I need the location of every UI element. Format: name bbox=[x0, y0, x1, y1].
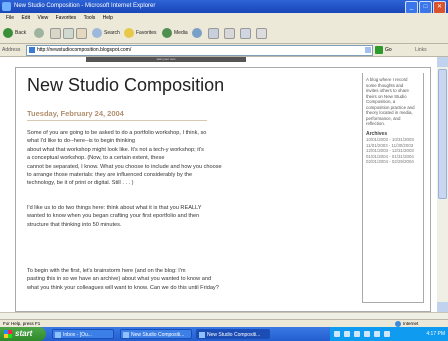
links-button[interactable]: Links bbox=[415, 47, 427, 53]
forward-arrow-icon bbox=[34, 28, 44, 38]
history-icon bbox=[192, 28, 202, 38]
forward-button[interactable] bbox=[34, 27, 44, 39]
scroll-down-button[interactable] bbox=[437, 302, 448, 312]
address-label: Address bbox=[2, 47, 21, 53]
post-date: Tuesday, February 24, 2004 bbox=[27, 109, 124, 118]
menu-bar: File Edit View Favorites Tools Help bbox=[0, 13, 448, 23]
stop-button[interactable] bbox=[50, 27, 61, 39]
vertical-scrollbar[interactable] bbox=[437, 57, 448, 312]
internet-explorer-icon bbox=[2, 2, 11, 11]
taskbar-item-browser-1[interactable]: New Studio Compositi... bbox=[120, 329, 192, 339]
clock: 4:17 PM bbox=[426, 331, 445, 337]
windows-logo-icon bbox=[4, 330, 12, 338]
standard-toolbar: Back Search Favorites Media bbox=[0, 23, 448, 44]
outlook-icon bbox=[55, 332, 61, 338]
archive-link[interactable]: 02/01/2004 - 02/29/2004 bbox=[366, 159, 420, 165]
edit-button[interactable] bbox=[240, 27, 251, 39]
media-icon bbox=[162, 28, 172, 38]
archives-list: 10/01/2003 - 10/31/2003 11/01/2003 - 11/… bbox=[366, 137, 420, 165]
print-button[interactable] bbox=[224, 27, 235, 39]
page-icon bbox=[29, 47, 35, 53]
address-url: http://newstudiocomposition.blogspot.com… bbox=[37, 47, 132, 53]
tray-icon[interactable] bbox=[354, 331, 360, 337]
scroll-up-button[interactable] bbox=[437, 57, 448, 67]
system-tray: 4:17 PM bbox=[330, 327, 448, 341]
post-paragraph: Some of you are going to be asked to do … bbox=[27, 130, 222, 187]
scroll-thumb[interactable] bbox=[438, 69, 447, 199]
network-icon[interactable] bbox=[374, 331, 380, 337]
mail-icon bbox=[208, 27, 219, 39]
volume-icon[interactable] bbox=[364, 331, 370, 337]
back-button[interactable]: Back bbox=[3, 27, 26, 39]
address-bar: Address http://newstudiocomposition.blog… bbox=[0, 44, 448, 57]
star-icon bbox=[124, 28, 134, 38]
menu-favorites[interactable]: Favorites bbox=[56, 13, 77, 23]
date-divider bbox=[27, 120, 207, 121]
refresh-button[interactable] bbox=[63, 27, 74, 39]
window-title: New Studio Composition - Microsoft Inter… bbox=[14, 3, 156, 9]
archive-link[interactable]: 10/01/2003 - 10/31/2003 bbox=[366, 137, 420, 143]
taskbar: start Inbox - [Ou... New Studio Composit… bbox=[0, 327, 448, 341]
search-button[interactable]: Search bbox=[92, 27, 120, 39]
home-icon bbox=[76, 27, 87, 39]
favorites-button[interactable]: Favorites bbox=[124, 27, 157, 39]
chevron-down-icon[interactable] bbox=[365, 47, 371, 53]
back-arrow-icon bbox=[3, 28, 13, 38]
blog-sidebar: A blog where I record some thoughts and … bbox=[362, 73, 424, 303]
taskbar-item-inbox[interactable]: Inbox - [Ou... bbox=[52, 329, 114, 339]
post-paragraph: I'd like us to do two things here: think… bbox=[27, 205, 202, 228]
menu-edit[interactable]: Edit bbox=[21, 13, 30, 23]
menu-help[interactable]: Help bbox=[103, 13, 113, 23]
internet-explorer-icon bbox=[199, 332, 205, 338]
window-titlebar: New Studio Composition - Microsoft Inter… bbox=[0, 0, 448, 14]
home-button[interactable] bbox=[76, 27, 87, 39]
menu-file[interactable]: File bbox=[6, 13, 14, 23]
search-icon bbox=[92, 28, 102, 38]
stop-icon bbox=[50, 27, 61, 39]
blog-title: New Studio Composition bbox=[27, 75, 225, 95]
menu-tools[interactable]: Tools bbox=[84, 13, 96, 23]
blogger-navbar[interactable]: start your own bbox=[86, 57, 246, 62]
edit-icon bbox=[240, 27, 251, 39]
internet-explorer-icon bbox=[123, 332, 129, 338]
print-icon bbox=[224, 27, 235, 39]
go-button[interactable]: Go bbox=[375, 46, 392, 54]
taskbar-item-browser-2[interactable]: New Studio Compositi... bbox=[196, 329, 270, 339]
archive-link[interactable]: 12/01/2003 - 12/31/2003 bbox=[366, 148, 420, 154]
start-button[interactable]: start bbox=[0, 327, 46, 341]
history-button[interactable] bbox=[192, 27, 202, 39]
mail-button[interactable] bbox=[208, 27, 219, 39]
menu-view[interactable]: View bbox=[37, 13, 48, 23]
tray-icon[interactable] bbox=[384, 331, 390, 337]
discuss-icon bbox=[256, 27, 267, 39]
refresh-icon bbox=[63, 27, 74, 39]
tray-icon[interactable] bbox=[334, 331, 340, 337]
media-button[interactable]: Media bbox=[162, 27, 188, 39]
sidebar-description: A blog where I record some thoughts and … bbox=[366, 77, 415, 126]
discuss-button[interactable] bbox=[256, 27, 267, 39]
tray-icon[interactable] bbox=[344, 331, 350, 337]
go-arrow-icon bbox=[375, 46, 383, 54]
page-viewport: start your own New Studio Composition Tu… bbox=[0, 57, 437, 312]
post-paragraph: To begin with the first, let's brainstor… bbox=[27, 268, 219, 291]
address-input[interactable]: http://newstudiocomposition.blogspot.com… bbox=[26, 45, 373, 56]
